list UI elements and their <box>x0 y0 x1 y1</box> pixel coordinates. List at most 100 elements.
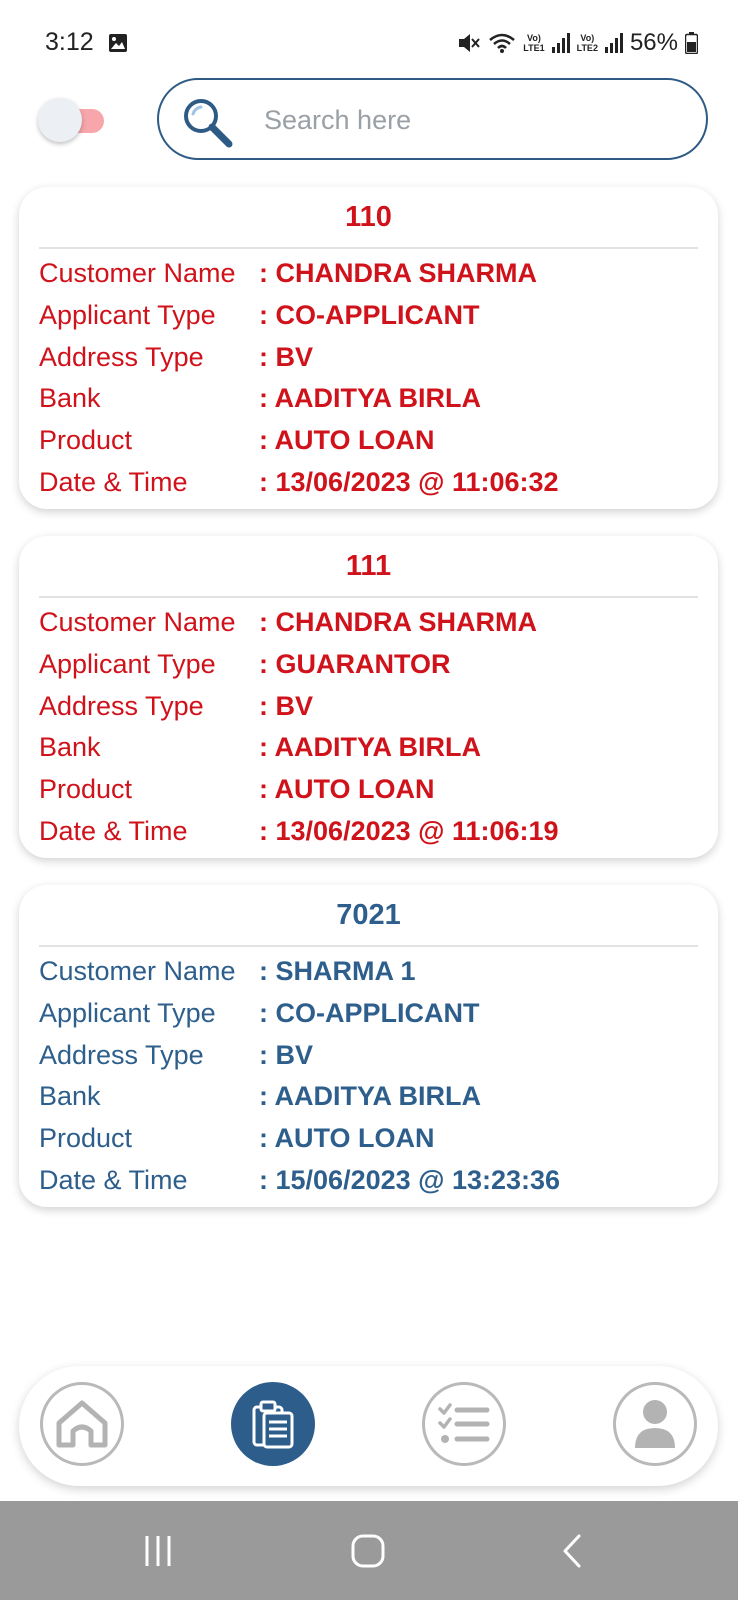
value-customer-name: SHARMA 1 <box>259 956 416 987</box>
label-applicant-type: Applicant Type <box>39 649 216 680</box>
sim1-volte: Vo) <box>527 33 541 43</box>
record-id: 7021 <box>336 899 401 931</box>
value-address-type: BV <box>259 1040 314 1071</box>
checklist-icon <box>438 1403 490 1443</box>
label-product: Product <box>39 1123 133 1154</box>
row-address-type: Address Type BV <box>39 1034 708 1076</box>
back-button[interactable] <box>550 1531 594 1571</box>
sim1-lte: LTE1 <box>523 43 545 53</box>
value-customer-name: CHANDRA SHARMA <box>259 258 537 289</box>
record-card[interactable]: 110 Customer Name CHANDRA SHARMA Applica… <box>19 187 718 509</box>
row-product: Product AUTO LOAN <box>39 769 708 811</box>
value-bank: AADITYA BIRLA <box>259 1081 482 1112</box>
value-applicant-type: GUARANTOR <box>259 649 451 680</box>
record-id: 110 <box>345 201 392 233</box>
record-id: 111 <box>345 550 392 582</box>
label-product: Product <box>39 774 133 805</box>
row-applicant-type: Applicant Type GUARANTOR <box>39 644 708 686</box>
row-product: Product AUTO LOAN <box>39 1118 708 1160</box>
recents-icon <box>145 1536 171 1566</box>
label-bank: Bank <box>39 383 101 414</box>
value-bank: AADITYA BIRLA <box>259 732 482 763</box>
row-address-type: Address Type BV <box>39 685 708 727</box>
mode-toggle[interactable] <box>38 98 106 142</box>
nav-checklist-button[interactable] <box>422 1382 506 1466</box>
value-product: AUTO LOAN <box>259 425 435 456</box>
sim2-volte: Vo) <box>580 33 595 43</box>
record-card[interactable]: 111 Customer Name CHANDRA SHARMA Applica… <box>19 536 718 858</box>
mute-icon <box>459 34 481 52</box>
value-customer-name: CHANDRA SHARMA <box>259 607 537 638</box>
user-icon <box>635 1400 675 1448</box>
bottom-nav <box>19 1366 718 1486</box>
gallery-icon <box>109 34 127 52</box>
value-address-type: BV <box>259 342 314 373</box>
row-date-time: Date & Time 13/06/2023 @ 11:06:32 <box>39 461 708 503</box>
status-time: 3:12 <box>45 28 94 56</box>
signal-icon <box>604 33 623 53</box>
label-date-time: Date & Time <box>39 815 188 846</box>
row-customer-name: Customer Name CHANDRA SHARMA <box>39 253 708 295</box>
label-applicant-type: Applicant Type <box>39 998 216 1029</box>
nav-tasks-button[interactable] <box>231 1382 315 1466</box>
value-bank: AADITYA BIRLA <box>259 383 482 414</box>
label-bank: Bank <box>39 732 101 763</box>
record-details: Customer Name CHANDRA SHARMA Applicant T… <box>39 602 708 852</box>
value-applicant-type: CO-APPLICANT <box>259 998 480 1029</box>
recents-button[interactable] <box>136 1531 180 1571</box>
row-bank: Bank AADITYA BIRLA <box>39 1076 708 1118</box>
value-date-time: 15/06/2023 @ 13:23:36 <box>259 1165 561 1196</box>
row-date-time: Date & Time 15/06/2023 @ 13:23:36 <box>39 1159 708 1201</box>
nav-profile-button[interactable] <box>613 1382 697 1466</box>
row-bank: Bank AADITYA BIRLA <box>39 378 708 420</box>
card-divider <box>39 596 698 598</box>
label-date-time: Date & Time <box>39 466 188 497</box>
clipboard-icon <box>252 1400 294 1449</box>
label-customer-name: Customer Name <box>39 607 236 638</box>
label-product: Product <box>39 425 133 456</box>
system-home-button[interactable] <box>346 1531 390 1571</box>
row-date-time: Date & Time 13/06/2023 @ 11:06:19 <box>39 810 708 852</box>
value-product: AUTO LOAN <box>259 1123 435 1154</box>
signal-icon <box>551 33 570 53</box>
home-icon <box>56 1400 108 1448</box>
row-customer-name: Customer Name CHANDRA SHARMA <box>39 602 708 644</box>
label-address-type: Address Type <box>39 690 204 721</box>
card-divider <box>39 945 698 947</box>
row-address-type: Address Type BV <box>39 336 708 378</box>
value-product: AUTO LOAN <box>259 774 435 805</box>
back-icon <box>563 1534 581 1568</box>
wifi-icon <box>489 33 516 53</box>
label-applicant-type: Applicant Type <box>39 300 216 331</box>
home-button-icon <box>351 1534 385 1568</box>
label-address-type: Address Type <box>39 1039 204 1070</box>
card-divider <box>39 247 698 249</box>
sim2-label: Vo) LTE2 <box>577 33 598 53</box>
label-address-type: Address Type <box>39 341 204 372</box>
record-details: Customer Name CHANDRA SHARMA Applicant T… <box>39 253 708 503</box>
label-bank: Bank <box>39 1081 101 1112</box>
value-address-type: BV <box>259 691 314 722</box>
search-bar[interactable] <box>157 78 708 160</box>
row-customer-name: Customer Name SHARMA 1 <box>39 951 708 993</box>
label-customer-name: Customer Name <box>39 956 236 987</box>
row-bank: Bank AADITYA BIRLA <box>39 727 708 769</box>
label-customer-name: Customer Name <box>39 258 236 289</box>
value-date-time: 13/06/2023 @ 11:06:32 <box>259 467 559 498</box>
battery-icon <box>685 32 698 54</box>
value-date-time: 13/06/2023 @ 11:06:19 <box>259 816 559 847</box>
search-icon <box>184 99 233 148</box>
sim1-label: Vo) LTE1 <box>523 33 544 53</box>
system-nav-bar <box>0 1501 738 1600</box>
row-product: Product AUTO LOAN <box>39 420 708 462</box>
row-applicant-type: Applicant Type CO-APPLICANT <box>39 993 708 1035</box>
status-icons: Vo) LTE1 Vo) LTE2 56% <box>457 26 698 60</box>
value-applicant-type: CO-APPLICANT <box>259 300 480 331</box>
label-date-time: Date & Time <box>39 1164 188 1195</box>
nav-home-button[interactable] <box>40 1382 124 1466</box>
record-card[interactable]: 7021 Customer Name SHARMA 1 Applicant Ty… <box>19 885 718 1207</box>
toggle-knob <box>38 98 82 142</box>
row-applicant-type: Applicant Type CO-APPLICANT <box>39 295 708 337</box>
search-input[interactable] <box>264 98 684 142</box>
status-bar: 3:12 Vo) LTE1 Vo) LTE2 56% <box>0 0 738 86</box>
